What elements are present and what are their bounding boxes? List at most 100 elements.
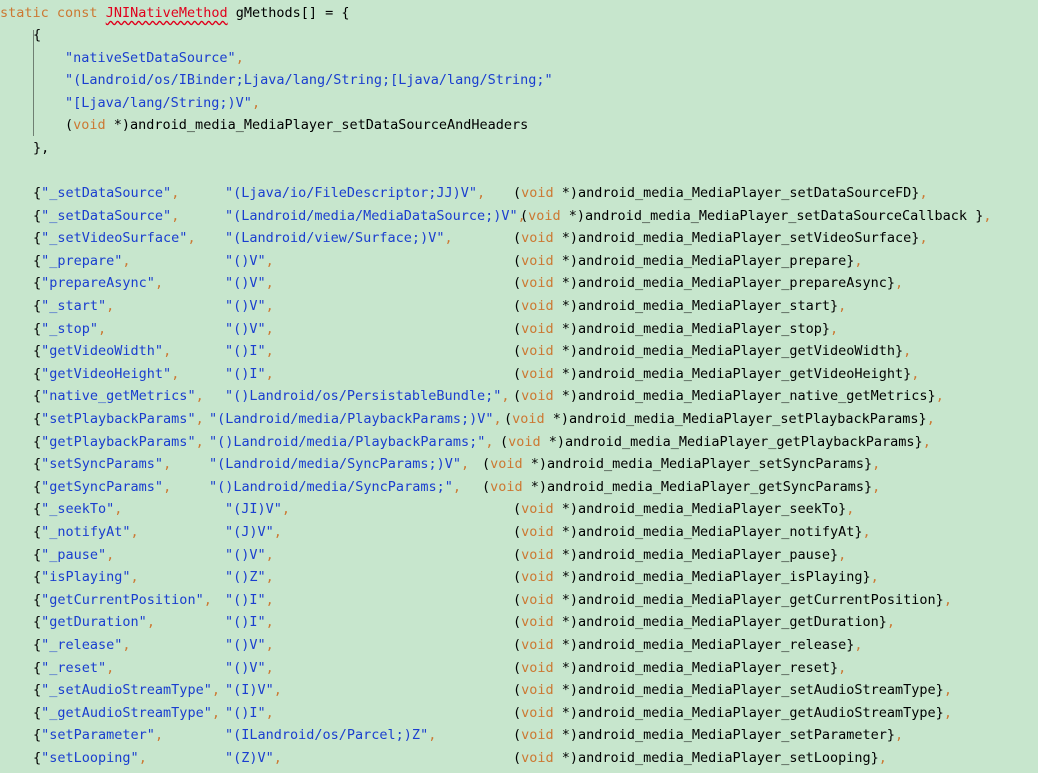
comma: , (106, 546, 115, 563)
entry-open-brace: { (33, 637, 42, 653)
keyword-void: void (521, 614, 554, 631)
comma: , (846, 501, 855, 518)
entry-open-brace: { (33, 230, 42, 247)
entry-signature-segment: "()Landroid/media/PlaybackParams;", (209, 431, 493, 453)
function-name: android_media_MediaPlayer_start (578, 298, 831, 314)
comma: , (265, 546, 274, 563)
function-name: android_media_MediaPlayer_seekTo (578, 501, 839, 518)
entry-name-segment: {"_setDataSource", (33, 205, 179, 227)
cast-open: ( (500, 433, 509, 450)
comma: , (428, 727, 437, 744)
comma: , (838, 298, 847, 314)
method-name-string: "_setAudioStreamType" (41, 682, 212, 699)
cast-open: ( (513, 365, 522, 382)
comma: , (187, 230, 196, 247)
keyword-void: void (521, 591, 554, 608)
signature-string: "()I" (225, 343, 266, 360)
method-entry-row: {"_prepare", "()V", (void *)android_media_… (0, 250, 1038, 272)
comma: , (154, 275, 164, 292)
method-entry-row: {"getDuration", "()I", (void *)android_med… (0, 611, 1038, 633)
entry-open-brace: { (33, 727, 42, 744)
entry-function-segment: (void *)android_media_MediaPlayer_setDat… (520, 205, 991, 227)
keyword-void: void (521, 524, 554, 540)
comma: , (138, 750, 147, 766)
comma: , (106, 659, 115, 676)
entry-function-segment: (void *)android_media_MediaPlayer_isPlay… (513, 566, 879, 588)
entry-function-segment: (void *)android_media_MediaPlayer_setSyn… (482, 453, 880, 475)
cast-close: *) (553, 252, 579, 269)
entry-signature-segment: "(Landroid/view/Surface;)V", (225, 227, 453, 249)
cast-close: *) (553, 230, 579, 247)
method-entry-row: {"_setDataSource", "(Landroid/media/Media… (0, 205, 1038, 227)
signature-string: "(Ljava/io/FileDescriptor;JJ)V" (225, 185, 477, 201)
entry-name-segment: {"getDuration", (33, 611, 155, 633)
cast-open: ( (513, 727, 522, 744)
comma: , (838, 659, 847, 676)
method-name-string: "_seekTo" (41, 501, 115, 518)
comma: , (265, 320, 274, 337)
entry-signature-segment: "()I", (225, 340, 274, 362)
function-name: android_media_MediaPlayer_getDuration (578, 614, 879, 631)
function-name: android_media_MediaPlayer_reset (578, 659, 831, 676)
entry-name-segment: {"_prepare", (33, 250, 131, 272)
cast-close: *) (553, 659, 579, 676)
function-name: android_media_MediaPlayer_setLooping (578, 750, 871, 766)
entry-name-segment: {"getVideoWidth", (33, 340, 171, 362)
signature-string: "()Z" (225, 569, 266, 586)
entry-signature-segment: "(Ljava/io/FileDescriptor;JJ)V", (225, 182, 485, 204)
method-name-string: "_setVideoSurface" (41, 230, 188, 247)
cast-open: ( (513, 252, 522, 269)
comma: , (106, 298, 115, 314)
entry-open-brace: { (33, 343, 42, 360)
comma: , (265, 637, 274, 653)
function-name: android_media_MediaPlayer_setSyncParams (547, 456, 865, 473)
function-name: android_media_MediaPlayer_notifyAt (578, 524, 855, 540)
signature-string: "()I" (225, 614, 266, 631)
keyword-void: void (521, 546, 554, 563)
comma: , (265, 569, 274, 586)
signature-string: "(ILandroid/os/Parcel;)Z" (225, 727, 429, 744)
cast-close: *) (560, 207, 586, 224)
cast-open: ( (513, 569, 522, 586)
cast-open: ( (513, 591, 522, 608)
entry-close-brace: } (895, 343, 904, 360)
code-editor[interactable]: static const JNINativeMethod gMethods[] … (0, 0, 1038, 773)
comma: , (195, 433, 204, 450)
entry-signature-segment: "()Landroid/os/PersistableBundle;", (225, 385, 509, 407)
method-entry-row: {"prepareAsync", "()V", (void *)android_me… (0, 272, 1038, 294)
entry-name-segment: {"getPlaybackParams", (33, 431, 204, 453)
signature-string: "(Landroid/view/Surface;)V" (225, 230, 445, 247)
comma: , (195, 388, 204, 405)
entry-function-segment: (void *)android_media_MediaPlayer_prepar… (513, 250, 863, 272)
function-name: android_media_MediaPlayer_getVideoHeight (578, 365, 904, 382)
keyword-void: void (73, 117, 106, 133)
comma: , (251, 95, 261, 111)
cast-open: ( (513, 298, 522, 314)
entry-name-segment: {"setLooping", (33, 747, 147, 769)
comma: , (171, 207, 180, 224)
method-entry-row: {"_seekTo", "(JI)V", (void *)android_media… (0, 498, 1038, 520)
comma: , (171, 185, 180, 201)
entry-name-segment: {"prepareAsync", (33, 272, 163, 294)
cast-close: *) (553, 614, 579, 631)
method-entry-row: {"isPlaying", "()Z", (void *)android_media… (0, 566, 1038, 588)
entry-function-segment: (void *)android_media_MediaPlayer_setPla… (504, 408, 935, 430)
comma: , (122, 637, 131, 653)
keyword-void: void (521, 230, 554, 247)
cast-open: ( (513, 230, 522, 247)
keyword-void: void (521, 659, 554, 676)
method-entry-row: {"_setAudioStreamType", "(I)V", (void *)an… (0, 679, 1038, 701)
entry-function-segment: (void *)android_media_MediaPlayer_getSyn… (482, 476, 880, 498)
comma: , (163, 478, 172, 495)
comma: , (862, 524, 871, 540)
method-name-string: "setLooping" (41, 750, 139, 766)
method-name-string: "getVideoHeight" (41, 365, 172, 382)
signature-string: "(Landroid/os/IBinder;Ljava/lang/String;… (65, 72, 553, 88)
cast-open: ( (513, 704, 522, 721)
entry-function-segment: (void *)android_media_MediaPlayer_getCur… (513, 589, 952, 611)
cast-close: *) (522, 478, 548, 495)
function-name: android_media_MediaPlayer_setAudioStream… (578, 682, 936, 699)
entry-open-brace: { (33, 185, 42, 201)
comma: , (872, 456, 881, 473)
comma: , (122, 252, 131, 269)
